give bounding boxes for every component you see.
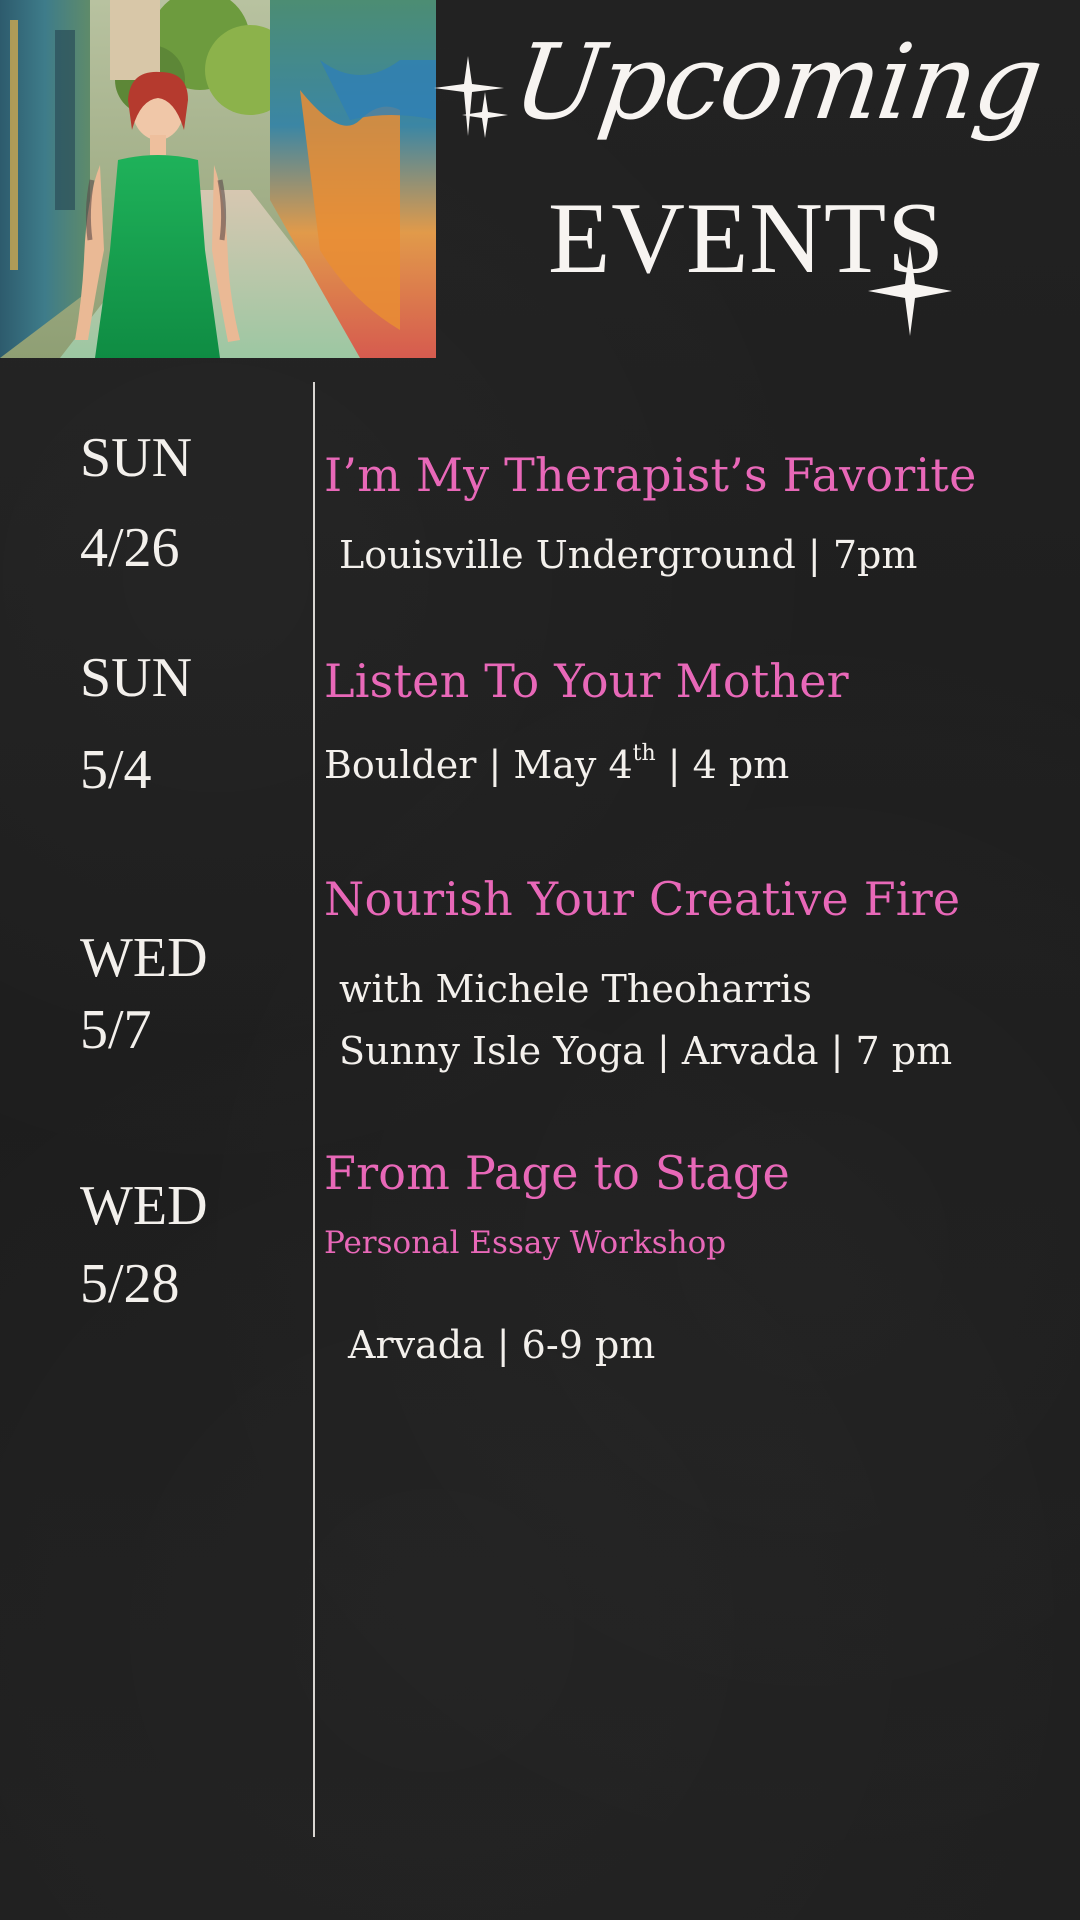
title-script: Upcoming xyxy=(506,21,1049,143)
event-4-detail: Arvada | 6-9 pm xyxy=(348,1323,656,1367)
event-4-title: From Page to Stage xyxy=(324,1146,790,1200)
event-3-detail-2: Sunny Isle Yoga | Arvada | 7 pm xyxy=(339,1029,953,1073)
event-1-title: I’m My Therapist’s Favorite xyxy=(324,448,977,502)
sparkle-icon xyxy=(868,246,952,336)
event-3-title: Nourish Your Creative Fire xyxy=(324,872,961,926)
timeline-divider xyxy=(313,382,315,1837)
event-2-detail-main: Boulder | May 4 xyxy=(324,743,633,787)
event-3-date: 5/7 xyxy=(80,999,152,1061)
event-2-day: SUN xyxy=(80,647,193,709)
event-4-day: WED xyxy=(80,1175,208,1237)
event-3-day: WED xyxy=(80,927,208,989)
event-4-date: 5/28 xyxy=(80,1253,180,1315)
event-1-detail: Louisville Underground | 7pm xyxy=(339,533,918,577)
event-2-title: Listen To Your Mother xyxy=(324,654,849,708)
event-1-day: SUN xyxy=(80,427,193,489)
event-3-detail-1: with Michele Theoharris xyxy=(339,967,812,1011)
event-2-date: 5/4 xyxy=(80,739,152,801)
hero-photo xyxy=(0,0,436,358)
event-2-detail: Boulder | May 4th | 4 pm xyxy=(324,743,790,787)
event-2-detail-suffix: | 4 pm xyxy=(655,743,790,787)
event-2-detail-sup: th xyxy=(632,741,656,766)
event-4-subtitle: Personal Essay Workshop xyxy=(324,1225,727,1261)
event-1-date: 4/26 xyxy=(80,517,180,579)
sparkle-icon xyxy=(462,92,508,138)
